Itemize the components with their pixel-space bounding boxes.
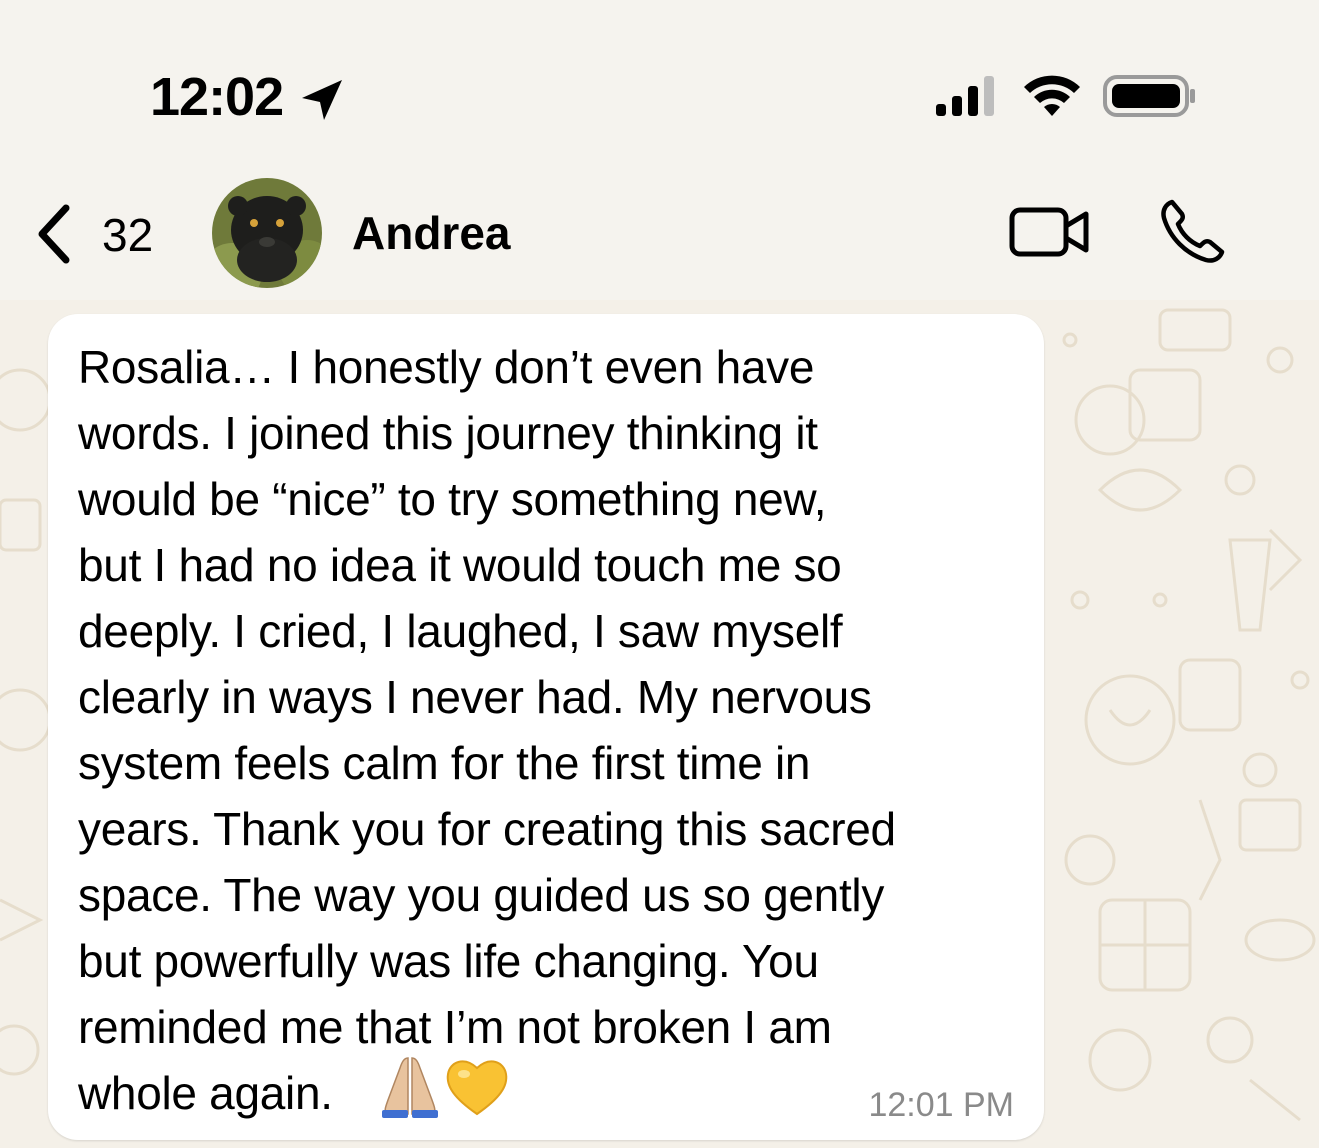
contact-name[interactable]: Andrea: [352, 206, 510, 260]
back-unread-count[interactable]: 32: [102, 208, 153, 262]
phone-call-icon[interactable]: [1158, 198, 1226, 266]
battery-icon: [1103, 75, 1195, 117]
location-arrow-icon: [302, 80, 342, 120]
folded-hands-emoji: [382, 1057, 438, 1118]
chevron-left-icon[interactable]: [34, 204, 76, 264]
avatar[interactable]: [212, 178, 322, 288]
chat-area[interactable]: Rosalia… I honestly don’t even have word…: [0, 300, 1319, 1148]
status-time: 12:02: [150, 67, 284, 127]
signal-icon: [936, 76, 994, 116]
message-text: Rosalia… I honestly don’t even have word…: [78, 341, 896, 1119]
top-bar: 12:02 32 Andrea: [0, 0, 1319, 300]
message-bubble[interactable]: Rosalia… I honestly don’t even have word…: [48, 314, 1044, 1140]
yellow-heart-emoji: [446, 1060, 508, 1116]
message-timestamp: 12:01 PM: [868, 1086, 1014, 1124]
video-call-icon[interactable]: [1008, 202, 1090, 262]
wifi-icon: [1024, 75, 1080, 116]
